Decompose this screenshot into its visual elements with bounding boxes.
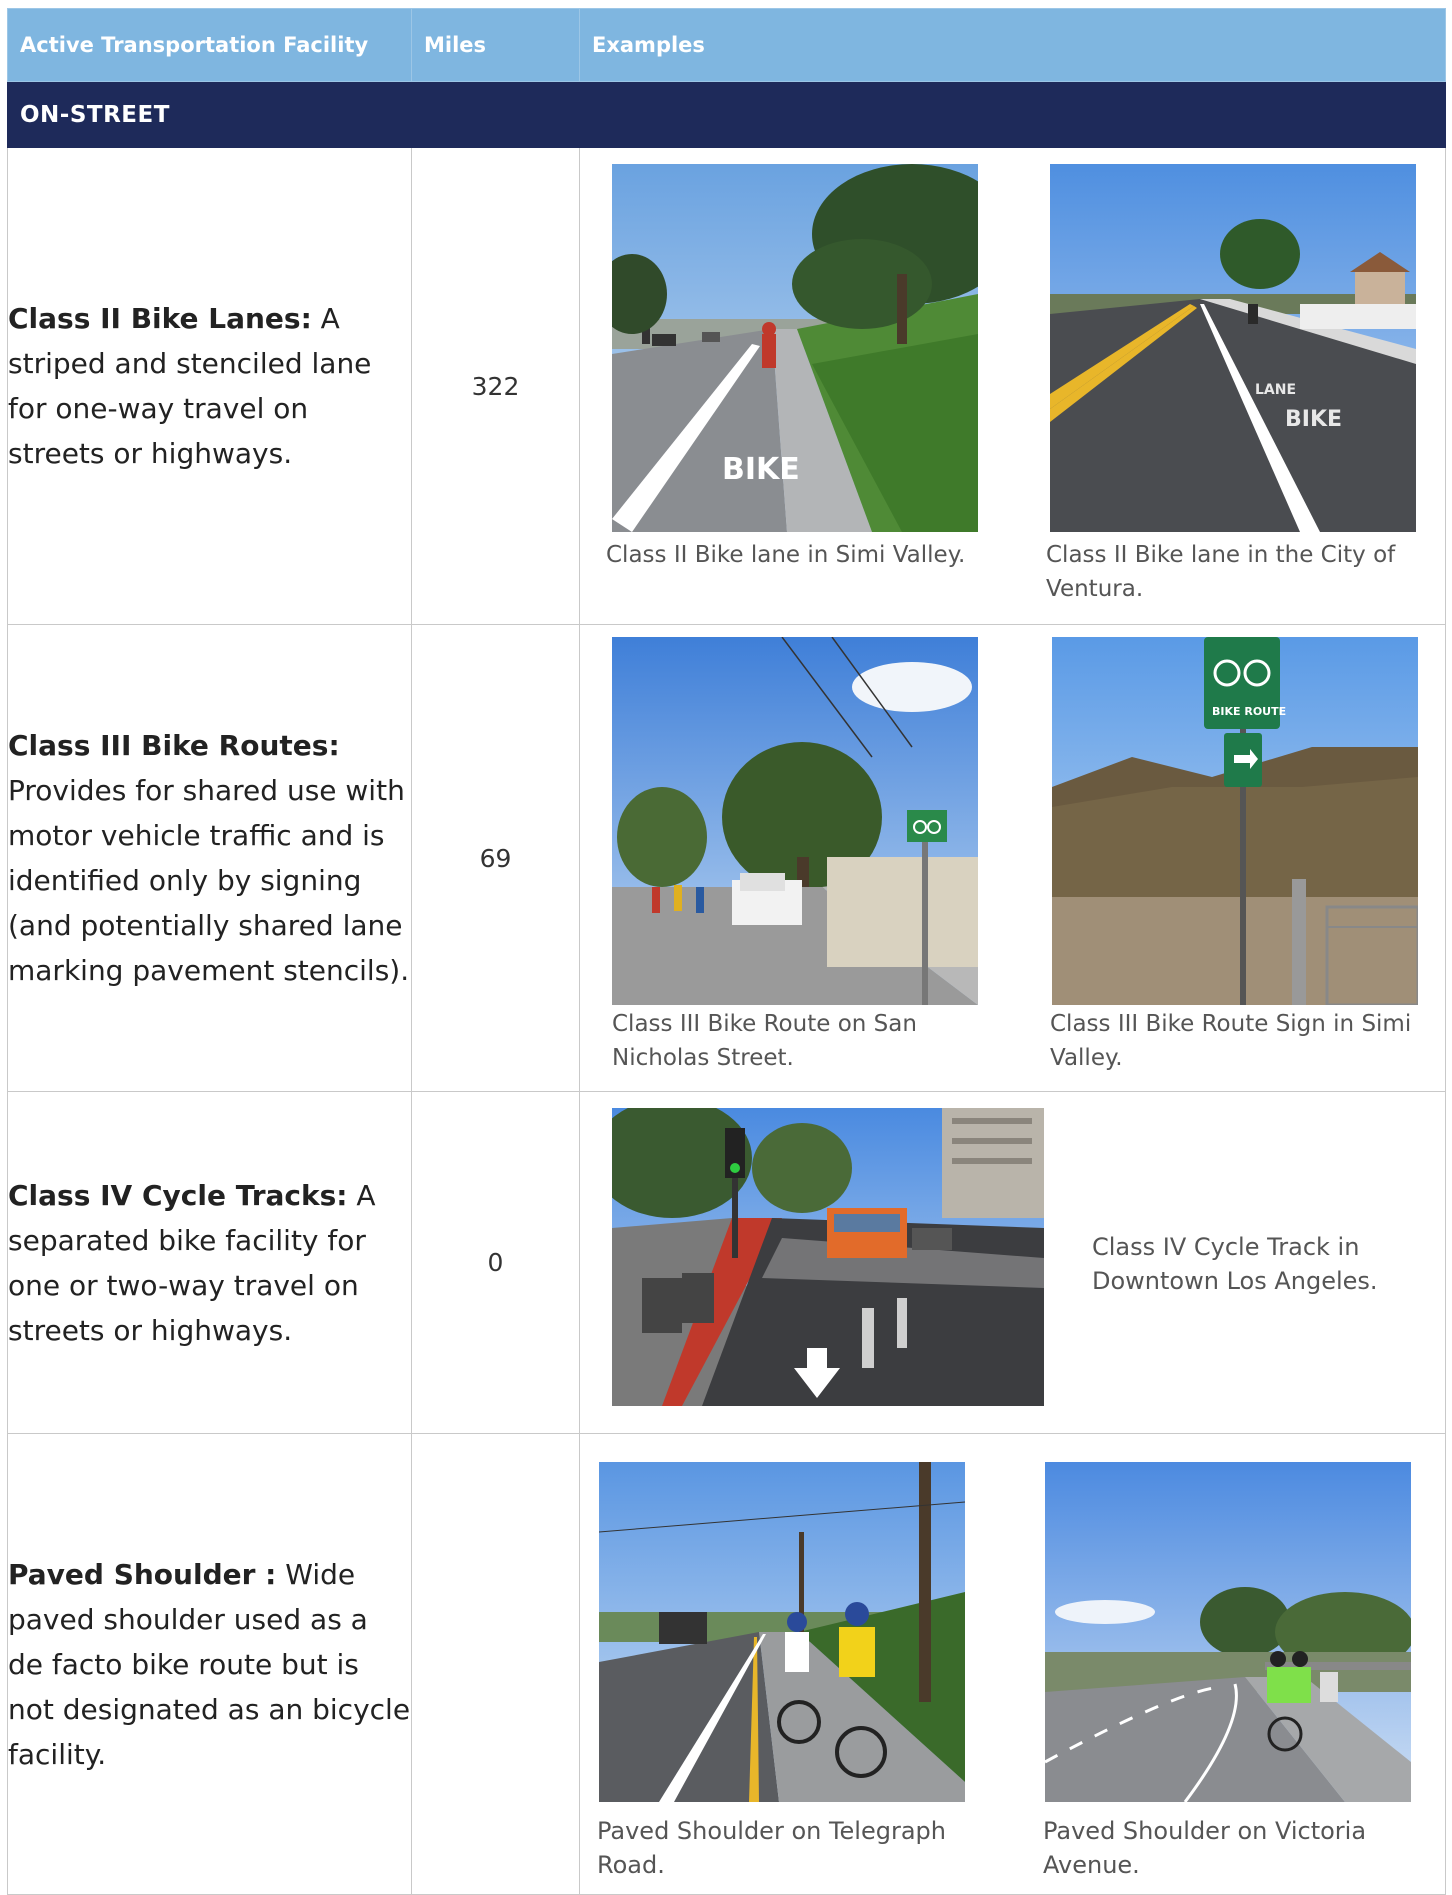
table-row: Class II Bike Lanes: A striped and stenc… [7,147,1446,625]
miles-value: 69 [411,624,580,1092]
table-row: Class III Bike Routes: Provides for shar… [7,624,1446,1092]
section-on-street: ON-STREET [7,81,1446,148]
header-facility: Active Transportation Facility [7,8,412,82]
miles-value [411,1433,580,1895]
photo-paved-shoulder-telegraph [599,1462,965,1802]
caption: Class IV Cycle Track in Downtown Los Ang… [1092,1233,1378,1295]
photo-paved-shoulder-victoria [1045,1462,1411,1802]
facility-description: Paved Shoulder : Wide paved shoulder use… [7,1433,412,1895]
photo-stencil-bike-2: BIKE [1285,407,1342,432]
header-miles: Miles [411,8,580,82]
facility-description: Class IV Cycle Tracks: A separated bike … [7,1091,412,1434]
photo-stencil-lane: LANE [1255,382,1296,398]
photo-bike-lane-simi-valley: BIKE [612,164,978,532]
facility-description: Class III Bike Routes: Provides for shar… [7,624,412,1092]
photo-sign-bike-route: BIKE ROUTE [1212,705,1286,718]
photo-bike-route-sign-simi: BIKE ROUTE [1052,637,1418,1005]
examples-cell: BIKE LANE BIKE Class II Bike lane in Sim… [579,147,1446,625]
page: Active Transportation Facility Miles Exa… [0,0,1452,1895]
table-row: Class IV Cycle Tracks: A separated bike … [7,1091,1446,1434]
photo-stencil-bike: BIKE [722,452,800,487]
table-header-row: Active Transportation Facility Miles Exa… [7,8,1446,82]
facility-text: Provides for shared use with motor vehic… [8,774,410,987]
caption: Class III Bike Route Sign in Simi Valley… [1050,1011,1412,1071]
caption: Class II Bike lane in the City of Ventur… [1046,542,1396,602]
facility-description: Class II Bike Lanes: A striped and stenc… [7,147,412,625]
section-row: ON-STREET [7,81,1446,148]
facility-term: Class III Bike Routes: [8,729,340,762]
photo-cycle-track-los-angeles [612,1108,1044,1406]
facility-term: Paved Shoulder : [8,1557,277,1591]
miles-value: 322 [411,147,580,625]
miles-value: 0 [411,1091,580,1434]
examples-cell: Paved Shoulder on Telegraph Road. Paved … [579,1433,1446,1895]
table-row: Paved Shoulder : Wide paved shoulder use… [7,1433,1446,1895]
facility-table: Active Transportation Facility Miles Exa… [7,8,1446,1895]
caption: Paved Shoulder on Telegraph Road. [597,1817,946,1879]
examples-cell: BIKE ROUTE Class III Bike Route on San N… [579,624,1446,1092]
caption: Class II Bike lane in Simi Valley. [606,542,966,568]
caption: Class III Bike Route on San Nicholas Str… [612,1011,917,1071]
header-examples: Examples [579,8,1446,82]
examples-cell: Class IV Cycle Track in Downtown Los Ang… [579,1091,1446,1434]
photo-bike-lane-ventura: LANE BIKE [1050,164,1416,532]
photo-bike-route-san-nicholas [612,637,978,1005]
facility-term: Class II Bike Lanes: [8,302,312,335]
caption: Paved Shoulder on Victoria Avenue. [1043,1817,1367,1879]
facility-term: Class IV Cycle Tracks: [8,1178,348,1212]
